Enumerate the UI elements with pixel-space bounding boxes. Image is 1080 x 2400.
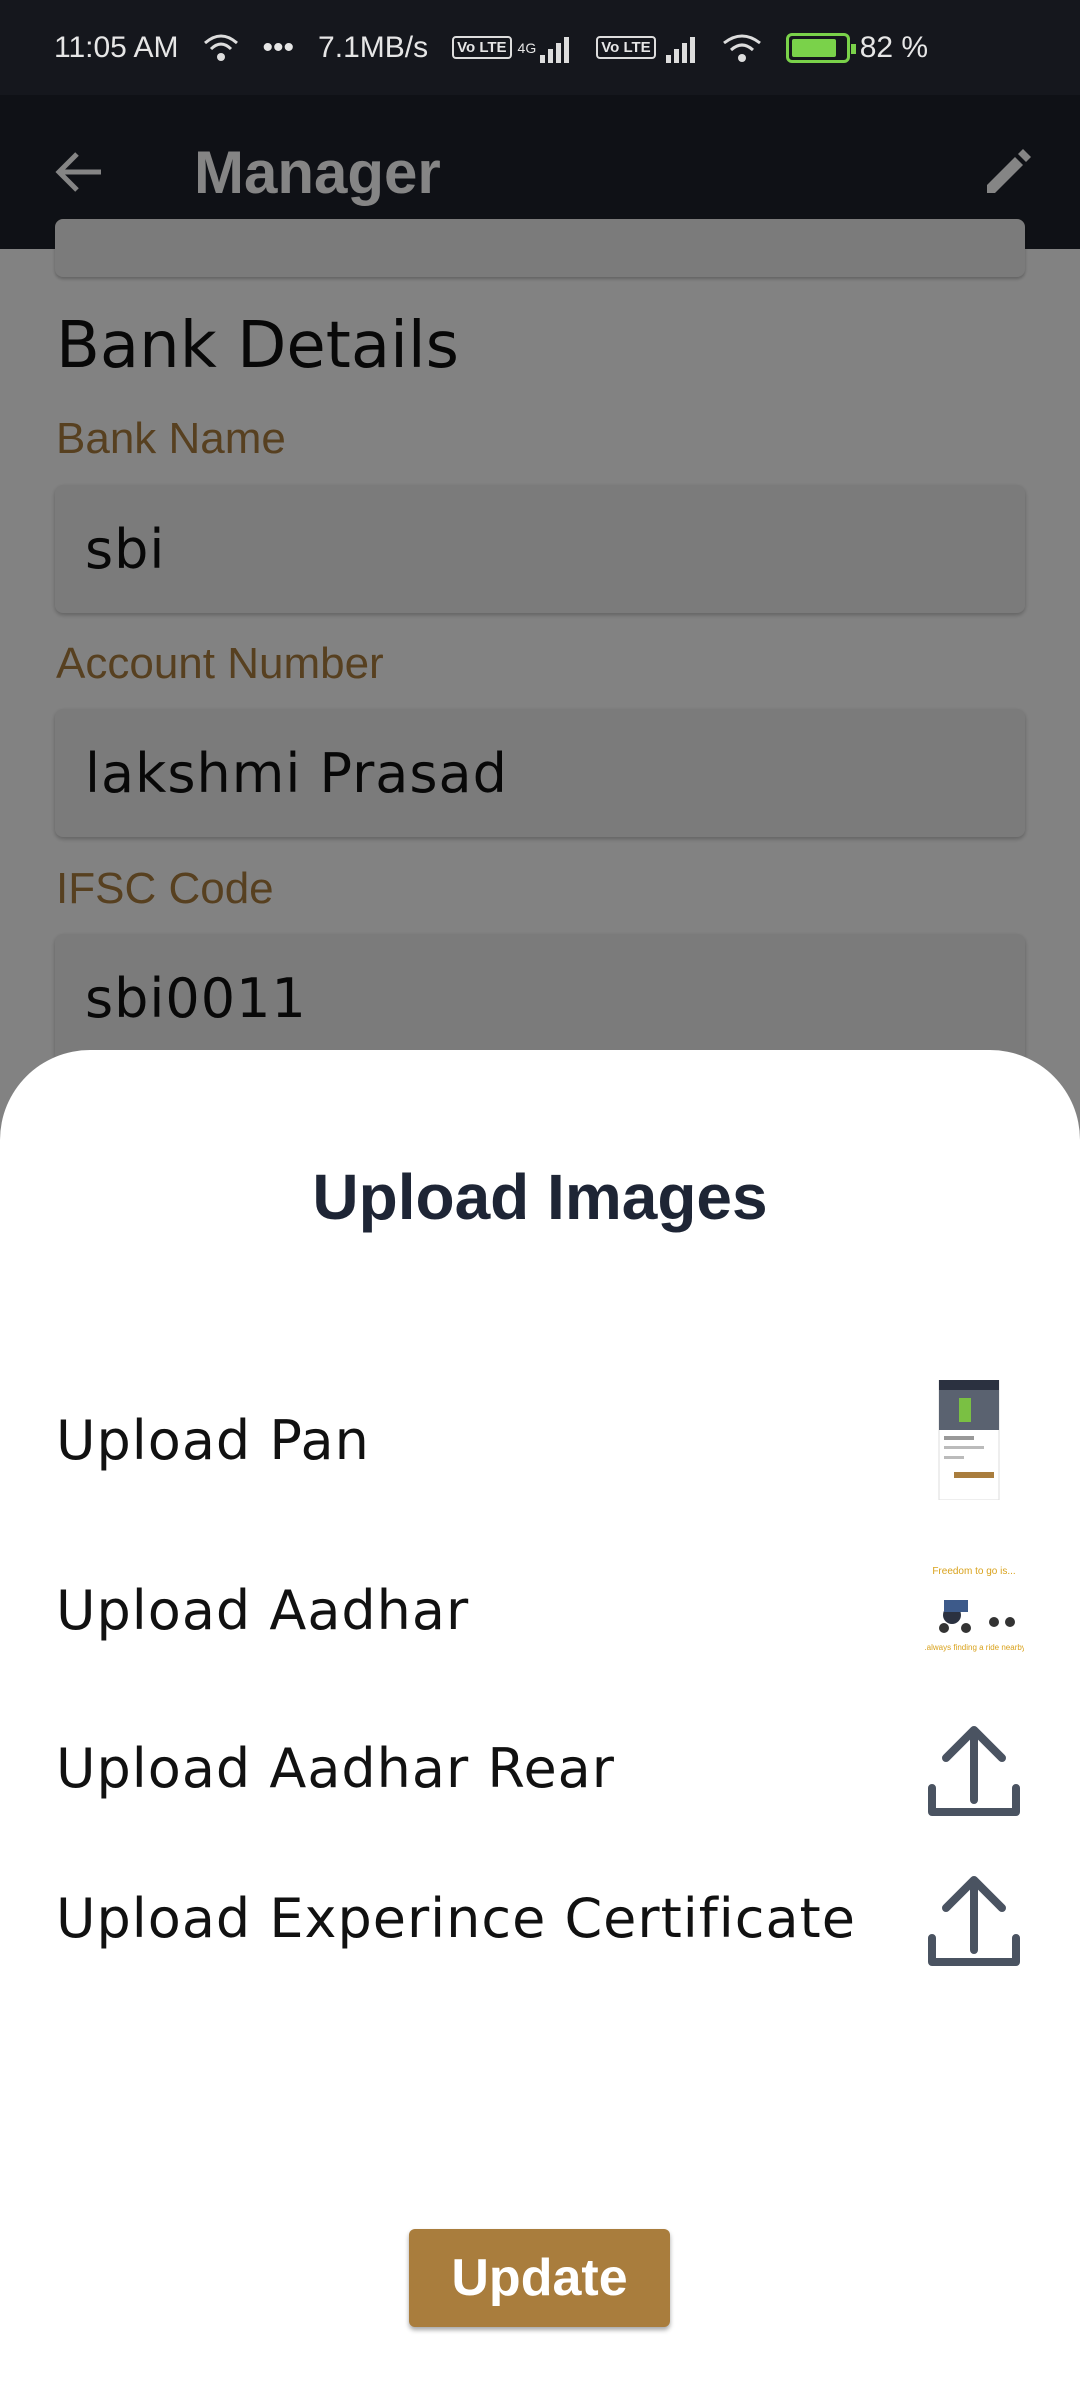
upload-aadhar-row[interactable]: Upload Aadhar Freedom to go is... ...alw… xyxy=(56,1550,1024,1670)
upload-pan-label: Upload Pan xyxy=(56,1408,370,1472)
upload-pan-row[interactable]: Upload Pan xyxy=(56,1380,1024,1500)
thumb-caption-bottom: ...always finding a ride nearby! xyxy=(924,1643,1024,1652)
upload-aadhar-rear-row[interactable]: Upload Aadhar Rear xyxy=(56,1708,1024,1828)
upload-aadhar-label: Upload Aadhar xyxy=(56,1578,470,1642)
signal-sim1-icon: Vo LTE 4G xyxy=(452,33,572,63)
upload-icon[interactable] xyxy=(924,1868,1024,1968)
battery-percent: 82 % xyxy=(859,30,929,64)
volte-badge: Vo LTE xyxy=(596,36,656,59)
more-dots: ••• xyxy=(262,30,295,64)
status-bar: 11:05 AM ••• 7.1MB/s Vo LTE 4G Vo LTE 82… xyxy=(0,0,1080,95)
thumb-caption-top: Freedom to go is... xyxy=(932,1566,1015,1577)
battery-icon: 82 % xyxy=(785,30,929,65)
network-speed: 7.1MB/s xyxy=(318,30,429,64)
update-button[interactable]: Update xyxy=(409,2229,670,2327)
upload-icon[interactable] xyxy=(924,1718,1024,1818)
signal-sim2-icon: Vo LTE xyxy=(596,33,697,63)
upload-experience-certificate-row[interactable]: Upload Experince Certificate xyxy=(56,1858,1024,1978)
upload-experience-certificate-label: Upload Experince Certificate xyxy=(56,1886,856,1950)
network-type: 4G xyxy=(517,39,537,56)
wifi-icon xyxy=(722,33,762,63)
aadhar-thumbnail-image[interactable]: Freedom to go is... ...always finding a … xyxy=(924,1550,1024,1670)
upload-aadhar-rear-label: Upload Aadhar Rear xyxy=(56,1736,615,1800)
upload-images-sheet: Upload Images Upload Pan Upload Aadhar F… xyxy=(0,1050,1080,2400)
sheet-title: Upload Images xyxy=(312,1161,768,1233)
screen: 11:05 AM ••• 7.1MB/s Vo LTE 4G Vo LTE 82… xyxy=(0,0,1080,2400)
status-time: 11:05 AM xyxy=(54,30,179,64)
pan-thumbnail-image[interactable] xyxy=(924,1380,1024,1500)
wifi-icon xyxy=(203,33,239,63)
volte-badge: Vo LTE xyxy=(452,36,512,59)
